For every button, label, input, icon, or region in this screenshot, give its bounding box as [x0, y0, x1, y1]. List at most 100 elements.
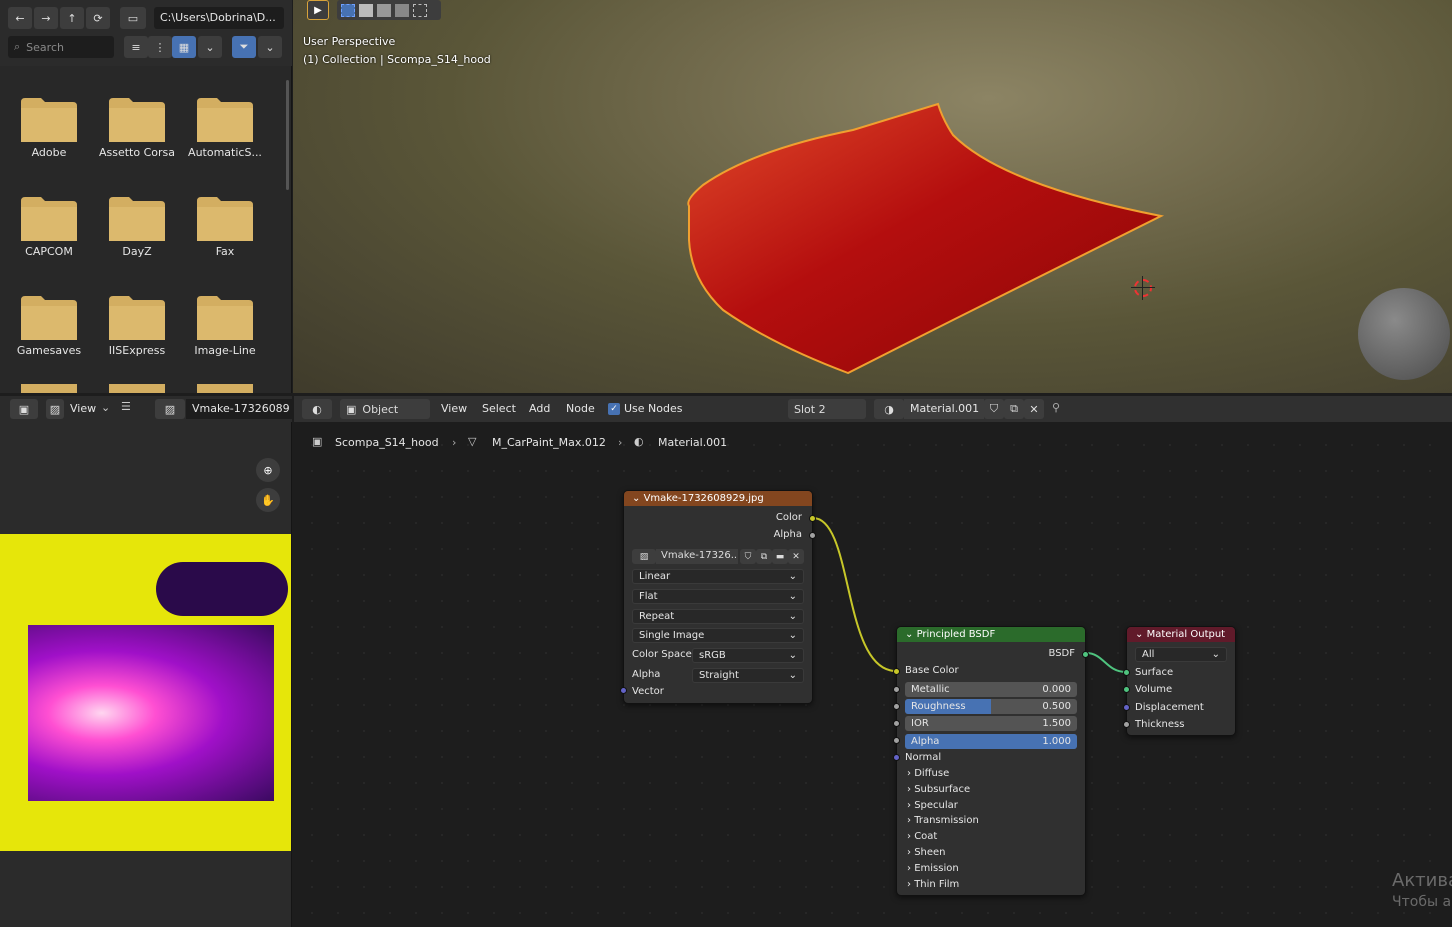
- folder-item[interactable]: Gamesaves: [5, 286, 93, 376]
- hand-pan-icon[interactable]: ✋: [256, 488, 280, 512]
- metallic-field[interactable]: Metallic 0.000: [905, 682, 1077, 697]
- unlink-button[interactable]: ✕: [788, 549, 804, 564]
- source-dropdown[interactable]: Single Image ⌄: [632, 628, 804, 643]
- node-header: ⌄ Principled BSDF: [897, 627, 1085, 642]
- folder-icon: [197, 98, 253, 142]
- 3d-viewport[interactable]: ▶ User Perspective (1) Collection | Scom…: [293, 0, 1452, 393]
- material-output-node[interactable]: ⌄ Material Output All ⌄ Surface Volume Di…: [1123, 626, 1236, 736]
- displacement-socket[interactable]: [1123, 704, 1130, 711]
- new-folder-button[interactable]: ▭: [120, 7, 146, 29]
- scrollbar[interactable]: [286, 80, 289, 190]
- forward-button[interactable]: →: [34, 7, 58, 29]
- metallic-socket[interactable]: [893, 686, 900, 693]
- alpha-mode-dropdown[interactable]: Straight ⌄: [692, 668, 804, 683]
- image-name-field[interactable]: Vmake-17326089: [186, 399, 292, 419]
- roughness-field[interactable]: Roughness 0.500: [905, 699, 1077, 714]
- alpha-socket[interactable]: [893, 737, 900, 744]
- duplicate-button[interactable]: ⧉: [756, 549, 772, 564]
- folder-item[interactable]: Assetto Corsa: [93, 88, 181, 178]
- section-coat[interactable]: › Coat: [907, 831, 937, 842]
- alpha-label: Alpha: [911, 736, 940, 747]
- search-input[interactable]: ⌕ Search: [8, 36, 114, 58]
- folder-label: Adobe: [31, 146, 67, 159]
- view-menu[interactable]: View: [70, 402, 96, 415]
- base-color-socket[interactable]: [893, 668, 900, 675]
- section-sheen[interactable]: › Sheen: [907, 847, 946, 858]
- normal-socket[interactable]: [893, 754, 900, 761]
- folder-item[interactable]: IISExpress: [93, 286, 181, 376]
- surface-socket[interactable]: [1123, 669, 1130, 676]
- display-dropdown[interactable]: ⌄: [198, 36, 222, 58]
- folder-item[interactable]: CAPCOM: [5, 187, 93, 277]
- folder-icon: [21, 197, 77, 241]
- path-field[interactable]: C:\Users\Dobrina\D...: [154, 7, 284, 29]
- shader-node-editor[interactable]: ◐ ▣ Object View Select Add Node ✓ Use No…: [294, 396, 1452, 927]
- menu-icon[interactable]: ☰: [121, 400, 131, 413]
- fake-user-button[interactable]: ⛉: [740, 549, 756, 564]
- image-texture-node[interactable]: ⌄ Vmake-1732608929.jpg Color Alpha ▨ Vma…: [620, 490, 816, 704]
- folder-item[interactable]: Image-Line: [181, 286, 269, 376]
- mode-dropdown[interactable]: ▨: [46, 399, 64, 419]
- alpha-field[interactable]: Alpha 1.000: [905, 734, 1077, 749]
- arrow-left-icon: ←: [15, 11, 25, 25]
- displacement-label: Displacement: [1135, 702, 1204, 713]
- back-button[interactable]: ←: [8, 7, 32, 29]
- zoom-icon[interactable]: ⊕: [256, 458, 280, 482]
- section-transmission[interactable]: › Transmission: [907, 815, 979, 826]
- image-field[interactable]: Vmake-17326...: [656, 549, 738, 564]
- color-space-dropdown[interactable]: sRGB ⌄: [692, 648, 804, 663]
- alpha-output-socket[interactable]: [809, 532, 816, 539]
- extension-dropdown[interactable]: Repeat ⌄: [632, 609, 804, 624]
- browse-image-button[interactable]: ▨: [155, 399, 185, 419]
- chevron-down-icon: ⌄: [1211, 649, 1220, 660]
- thumbnail-view-button[interactable]: ▦: [172, 36, 196, 58]
- folder-item[interactable]: Adobe: [5, 88, 93, 178]
- texture-graphic: [28, 625, 274, 801]
- chevron-down-icon: ⌄: [265, 40, 275, 54]
- open-image-button[interactable]: ▬: [772, 549, 788, 564]
- folder-label: Image-Line: [194, 344, 256, 357]
- ior-field[interactable]: IOR 1.500: [905, 716, 1077, 731]
- ior-socket[interactable]: [893, 720, 900, 727]
- grid-icon: ▦: [178, 40, 190, 54]
- section-thin-film[interactable]: › Thin Film: [907, 879, 959, 890]
- folder-item[interactable]: DayZ: [93, 187, 181, 277]
- parent-dir-button[interactable]: ↑: [60, 7, 84, 29]
- principled-bsdf-node[interactable]: ⌄ Principled BSDF BSDF Base Color Metall…: [893, 626, 1089, 896]
- browse-image-button[interactable]: ▨: [632, 549, 656, 564]
- thickness-socket[interactable]: [1123, 721, 1130, 728]
- filter-button[interactable]: ⏷: [232, 36, 256, 58]
- roughness-label: Roughness: [911, 701, 966, 712]
- columns-icon: ⋮: [154, 40, 166, 54]
- volume-socket[interactable]: [1123, 686, 1130, 693]
- section-subsurface[interactable]: › Subsurface: [907, 784, 970, 795]
- section-specular[interactable]: › Specular: [907, 800, 958, 811]
- folder-item[interactable]: AutomaticS...: [181, 88, 269, 178]
- filter-icon: ⏷: [239, 40, 249, 53]
- hood-mesh[interactable]: [293, 0, 1452, 393]
- activation-watermark-line2: Чтобы а: [1392, 894, 1452, 910]
- navigation-gizmo[interactable]: [1358, 288, 1450, 380]
- node-links: [812, 517, 1127, 673]
- target-dropdown[interactable]: All ⌄: [1135, 647, 1227, 662]
- roughness-socket[interactable]: [893, 703, 900, 710]
- color-output-socket[interactable]: [809, 515, 816, 522]
- projection-dropdown[interactable]: Flat ⌄: [632, 589, 804, 604]
- list-view-button[interactable]: ≡: [124, 36, 148, 58]
- folder-icon: [197, 197, 253, 241]
- texture-image[interactable]: [0, 534, 291, 851]
- interpolation-dropdown[interactable]: Linear ⌄: [632, 569, 804, 584]
- refresh-button[interactable]: ⟳: [86, 7, 110, 29]
- columns-view-button[interactable]: ⋮: [148, 36, 172, 58]
- vector-input-socket[interactable]: [620, 687, 627, 694]
- section-label: Thin Film: [914, 879, 960, 890]
- section-emission[interactable]: › Emission: [907, 863, 959, 874]
- section-diffuse[interactable]: › Diffuse: [907, 768, 949, 779]
- file-browser-panel: ← → ↑ ⟳ ▭ C:\Users\Dobrina\D... ⌕ Search…: [0, 0, 292, 393]
- folder-item[interactable]: Fax: [181, 187, 269, 277]
- chevron-down-icon: ⌄: [788, 670, 797, 681]
- filter-dropdown[interactable]: ⌄: [258, 36, 282, 58]
- editor-type-dropdown[interactable]: ▣: [10, 399, 38, 419]
- bsdf-output-socket[interactable]: [1082, 651, 1089, 658]
- folder-label: CAPCOM: [25, 245, 73, 258]
